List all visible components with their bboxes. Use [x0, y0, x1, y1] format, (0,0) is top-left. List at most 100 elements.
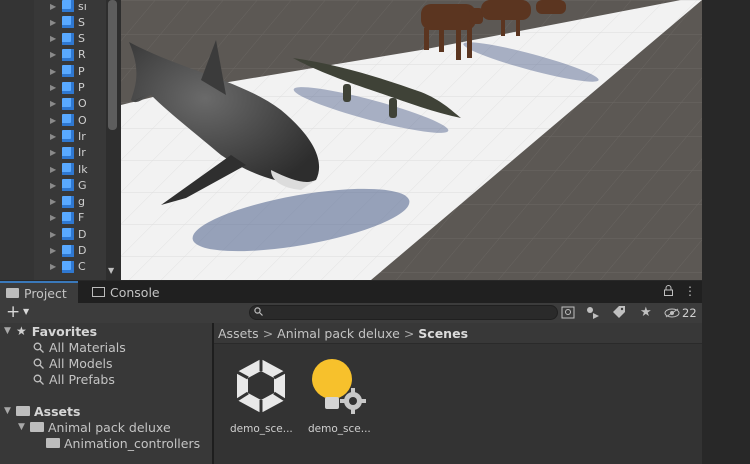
hierarchy-item[interactable]: ▶ F — [50, 210, 84, 226]
expand-arrow-icon[interactable]: ▶ — [50, 181, 58, 190]
folder-animation-controllers[interactable]: Animation_controllers — [46, 435, 200, 451]
folder-icon — [6, 288, 19, 298]
hierarchy-item-label: P — [78, 64, 85, 78]
search-icon — [254, 307, 263, 316]
tab-console[interactable]: Console — [86, 281, 160, 303]
project-toolbar: + ▼ ★ — [0, 303, 702, 324]
hierarchy-item-label: O — [78, 113, 87, 127]
chevron-down-icon[interactable]: ▼ — [23, 307, 29, 316]
asset-label: demo_sce... — [230, 423, 293, 435]
gameobject-cube-icon — [62, 195, 74, 208]
gameobject-cube-icon — [62, 244, 74, 257]
gameobject-cube-icon — [62, 163, 74, 175]
gameobject-cube-icon — [62, 97, 74, 110]
assets-row[interactable]: ▼ Assets — [4, 403, 80, 419]
hierarchy-item[interactable]: ▶ S — [50, 31, 85, 47]
expand-arrow-icon[interactable]: ▶ — [50, 213, 58, 222]
expand-arrow-icon[interactable]: ▶ — [50, 34, 58, 43]
expand-caret-icon[interactable]: ▼ — [4, 326, 16, 336]
gameobject-cube-icon — [62, 0, 74, 12]
search-input[interactable] — [249, 305, 558, 320]
hierarchy-item[interactable]: ▶ G — [50, 177, 87, 193]
hierarchy-item[interactable]: ▶ D — [50, 243, 86, 259]
scroll-down-arrow-icon[interactable]: ▼ — [108, 266, 118, 276]
expand-arrow-icon[interactable]: ▶ — [50, 148, 58, 157]
folder-icon — [46, 438, 60, 448]
asset-label: demo_sce... — [308, 423, 371, 435]
favorite-item-all-models[interactable]: All Models — [33, 355, 113, 371]
expand-arrow-icon[interactable]: ▶ — [50, 197, 58, 206]
hierarchy-item[interactable]: ▶ S — [50, 14, 85, 30]
search-by-type-icon[interactable] — [561, 305, 575, 320]
scene-render — [121, 0, 702, 280]
filter-by-type-icon[interactable] — [586, 305, 600, 320]
favorite-item-all-prefabs[interactable]: All Prefabs — [33, 371, 115, 387]
favorites-row[interactable]: ▼ ★ Favorites — [4, 323, 97, 339]
hierarchy-item[interactable]: ▶ Ik — [50, 161, 88, 177]
hierarchy-item[interactable]: ▶ Ir — [50, 145, 86, 161]
expand-caret-icon[interactable]: ▼ — [4, 406, 16, 416]
expand-caret-icon[interactable]: ▼ — [18, 422, 30, 432]
breadcrumb-item-assets[interactable]: Assets — [218, 326, 259, 341]
hierarchy-scroll-thumb[interactable] — [108, 0, 117, 130]
gameobject-cube-icon — [62, 228, 74, 241]
hierarchy-item[interactable]: ▶ P — [50, 63, 85, 79]
hierarchy-item-label: S — [78, 32, 85, 46]
expand-arrow-icon[interactable]: ▶ — [50, 230, 58, 239]
hierarchy-item-label: G — [78, 178, 87, 192]
gameobject-cube-icon — [62, 260, 74, 273]
folder-label: Animation_controllers — [64, 435, 201, 451]
expand-arrow-icon[interactable]: ▶ — [50, 18, 58, 27]
lighting-settings-icon — [312, 359, 366, 414]
expand-arrow-icon[interactable]: ▶ — [50, 99, 58, 108]
asset-tile-scene[interactable]: demo_sce... — [230, 355, 293, 435]
hierarchy-item[interactable]: ▶ sı — [50, 0, 87, 14]
expand-arrow-icon[interactable]: ▶ — [50, 116, 58, 125]
hierarchy-item-label: g — [78, 195, 85, 209]
expand-arrow-icon[interactable]: ▶ — [50, 83, 58, 92]
expand-arrow-icon[interactable]: ▶ — [50, 50, 58, 59]
favorite-item-all-materials[interactable]: All Materials — [33, 339, 126, 355]
hierarchy-item[interactable]: ▶ D — [50, 226, 86, 242]
lock-icon[interactable] — [664, 285, 673, 296]
hierarchy-item[interactable]: ▶ O — [50, 112, 87, 128]
hierarchy-item-label: Ir — [78, 146, 86, 160]
hierarchy-item[interactable]: ▶ C — [50, 259, 86, 275]
hierarchy-item[interactable]: ▶ Ir — [50, 128, 86, 144]
asset-tile-lighting[interactable]: demo_sce... — [308, 355, 371, 435]
hidden-packages-badge[interactable]: 22 — [664, 303, 697, 323]
add-button[interactable]: + — [6, 303, 20, 322]
hierarchy-item[interactable]: ▶ O — [50, 96, 87, 112]
hierarchy-item-label: C — [78, 260, 86, 274]
gameobject-cube-icon — [62, 114, 74, 127]
filter-by-label-icon[interactable] — [612, 305, 626, 320]
gameobject-cube-icon — [62, 211, 74, 224]
favorites-label: Favorites — [31, 323, 98, 339]
scene-view[interactable] — [121, 0, 702, 280]
search-icon — [33, 358, 44, 369]
folder-animal-pack-deluxe[interactable]: ▼ Animal pack deluxe — [18, 419, 171, 435]
breadcrumb-item-animal-pack[interactable]: Animal pack deluxe — [277, 326, 400, 341]
hierarchy-item-label: D — [78, 227, 87, 241]
hierarchy-item[interactable]: ▶ R — [50, 47, 86, 63]
more-options-icon[interactable]: ⋮ — [684, 284, 696, 298]
breadcrumb-item-scenes[interactable]: Scenes — [418, 326, 468, 341]
favorite-item-label: All Prefabs — [49, 371, 115, 387]
favorite-star-icon[interactable]: ★ — [640, 305, 652, 320]
gameobject-cube-icon — [62, 65, 74, 78]
folder-open-icon — [30, 422, 44, 432]
gameobject-cube-icon — [62, 16, 74, 29]
folder-icon — [16, 406, 30, 416]
hierarchy-item[interactable]: ▶ g — [50, 194, 85, 210]
hierarchy-item-label: sı — [78, 0, 87, 13]
expand-arrow-icon[interactable]: ▶ — [50, 165, 58, 174]
expand-arrow-icon[interactable]: ▶ — [50, 67, 58, 76]
expand-arrow-icon[interactable]: ▶ — [50, 132, 58, 141]
expand-arrow-icon[interactable]: ▶ — [50, 246, 58, 255]
search-icon — [33, 342, 44, 353]
hierarchy-item[interactable]: ▶ P — [50, 80, 85, 96]
hierarchy-panel: ▶ sı ▶ S ▶ S ▶ R ▶ P ▶ P ▶ O ▶ O ▶ Ir ▶ Ir ▶ Ik ▶ G ▶ g ▶ F ▶ D ▶ D ▶ C ▼ — [0, 0, 121, 280]
expand-arrow-icon[interactable]: ▶ — [50, 262, 58, 271]
expand-arrow-icon[interactable]: ▶ — [50, 2, 58, 11]
tab-project[interactable]: Project — [0, 281, 78, 303]
